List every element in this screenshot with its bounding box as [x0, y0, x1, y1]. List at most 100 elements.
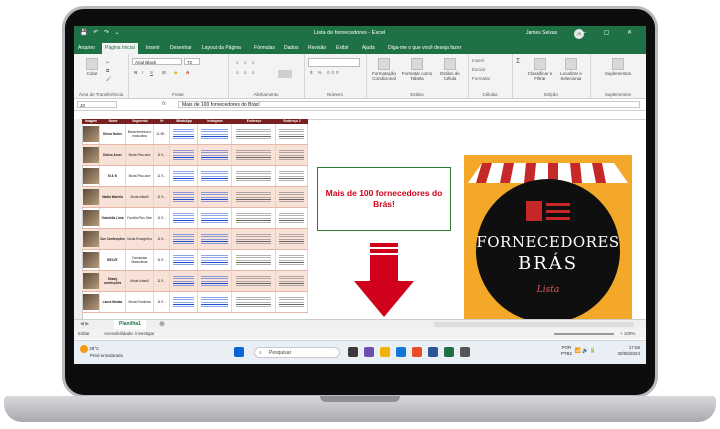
cell-ig[interactable] — [198, 229, 232, 249]
cell-name[interactable]: Dinna Nobre — [100, 124, 126, 144]
cell-ig[interactable] — [198, 145, 232, 165]
cell-wa[interactable] — [170, 271, 198, 291]
cell-name[interactable]: Dinizo Arver — [100, 145, 126, 165]
delete-cells-button[interactable]: Excluir — [472, 67, 486, 72]
tab-dados[interactable]: Dados — [284, 45, 298, 51]
table-row[interactable]: Laura Modas Moda Feminina 11 9... — [82, 292, 308, 313]
word-icon[interactable] — [428, 347, 438, 357]
cell-addr2[interactable] — [276, 229, 308, 249]
format-table-button[interactable]: Formatar como Tabela — [401, 58, 433, 81]
merge-center-icon[interactable] — [278, 70, 292, 78]
fornecedores-bras-logo[interactable]: FORNECEDORES BRÁS Lista — [464, 155, 632, 327]
cell-num[interactable]: 11 98... — [154, 124, 170, 144]
tab-revisao[interactable]: Revisão — [308, 45, 326, 51]
cell-wa[interactable] — [170, 250, 198, 270]
cell-image[interactable] — [82, 166, 100, 186]
system-tray-icons[interactable]: 📶 🔊 🔋 — [575, 348, 596, 354]
addins-button[interactable]: Suplementos — [600, 58, 636, 76]
cell-addr2[interactable] — [276, 250, 308, 270]
cell-image[interactable] — [82, 229, 100, 249]
cell-addr2[interactable] — [276, 292, 308, 312]
cell-addr[interactable] — [232, 250, 276, 270]
tab-exibir[interactable]: Exibir — [336, 45, 349, 51]
add-sheet-icon[interactable]: ⊕ — [159, 320, 165, 328]
tab-pagina-inicial[interactable]: Página Inicial — [102, 43, 138, 54]
worksheet-grid[interactable]: Imagem Nome Segmento Nº WhatsApp Instagr… — [74, 111, 646, 327]
cell-image[interactable] — [82, 250, 100, 270]
user-name[interactable]: James Seixas — [526, 30, 557, 36]
cell-image[interactable] — [82, 271, 100, 291]
excel-icon[interactable] — [444, 347, 454, 357]
accessibility-status[interactable]: Acessibilidade: investigar — [104, 329, 155, 339]
cell-ig[interactable] — [198, 166, 232, 186]
autosum-icon[interactable]: Σ — [516, 58, 520, 65]
format-cells-button[interactable]: Formatar — [472, 76, 490, 81]
cell-wa[interactable] — [170, 145, 198, 165]
find-select-button[interactable]: Localizar e Selecionar — [556, 58, 586, 81]
cell-num[interactable]: 11 9... — [154, 166, 170, 186]
cell-segment[interactable]: Moda Evangélica — [126, 229, 154, 249]
table-row[interactable]: Nadia Mariela Moda infantil 11 9... — [82, 187, 308, 208]
cell-wa[interactable] — [170, 208, 198, 228]
window-controls[interactable]: — ▢ ✕ — [580, 29, 640, 36]
cell-addr2[interactable] — [276, 271, 308, 291]
cell-addr2[interactable] — [276, 124, 308, 144]
borders-icon[interactable]: ⊞ — [162, 70, 166, 76]
cell-segment[interactable]: Moda feminina e masculina — [126, 124, 154, 144]
cell-addr[interactable] — [232, 124, 276, 144]
font-color-icon[interactable]: A — [186, 70, 189, 75]
cell-name[interactable]: BELVE — [100, 250, 126, 270]
fill-color-icon[interactable]: ◆ — [174, 70, 177, 76]
tab-inserir[interactable]: Inserir — [146, 45, 160, 51]
paste-button[interactable]: Colar — [82, 58, 102, 76]
tab-desenhar[interactable]: Desenhar — [170, 45, 192, 51]
cell-addr[interactable] — [232, 145, 276, 165]
cell-addr[interactable] — [232, 292, 276, 312]
zoom-level[interactable]: + 100% — [620, 329, 635, 339]
number-format-select[interactable] — [308, 58, 360, 67]
cell-addr[interactable] — [232, 208, 276, 228]
formula-input[interactable]: Mais de 100 fornecedores do Brás! — [178, 101, 640, 108]
cell-segment[interactable]: Família Plus Size — [126, 208, 154, 228]
cell-image[interactable] — [82, 292, 100, 312]
down-arrow-shape[interactable] — [354, 243, 414, 317]
sheet-nav-icons[interactable]: ◀ ▶ — [80, 321, 89, 327]
cell-addr2[interactable] — [276, 208, 308, 228]
table-row[interactable]: Zoe Confecções Moda Evangélica 11 9... — [82, 229, 308, 250]
zoom-slider[interactable] — [554, 333, 614, 335]
cell-name[interactable]: M & N — [100, 166, 126, 186]
chrome-icon[interactable] — [412, 347, 422, 357]
fx-icon[interactable]: fx — [162, 101, 166, 107]
taskbar-search[interactable]: ⌕ Pesquisar — [254, 347, 340, 358]
quick-access-toolbar[interactable]: 💾 ↶ ↷ ⌄ — [80, 29, 122, 36]
cell-num[interactable]: 11 9... — [154, 229, 170, 249]
table-row[interactable]: Shady confecções Moda Infantil 11 9... — [82, 271, 308, 292]
conditional-format-button[interactable]: Formatação Condicional — [368, 58, 400, 81]
cell-wa[interactable] — [170, 292, 198, 312]
weather-widget[interactable]: 28°C Pred ensolarado — [80, 345, 123, 359]
edge-icon[interactable] — [396, 347, 406, 357]
app-icon[interactable] — [460, 347, 470, 357]
copy-icon[interactable]: ⧉ — [106, 68, 109, 73]
cell-wa[interactable] — [170, 166, 198, 186]
cell-num[interactable]: 11 9... — [154, 187, 170, 207]
cell-name[interactable]: Gabriella Lima — [100, 208, 126, 228]
cell-num[interactable]: 11 9... — [154, 250, 170, 270]
tab-arquivo[interactable]: Arquivo — [78, 45, 95, 51]
underline-button[interactable]: S — [150, 70, 153, 75]
cell-addr[interactable] — [232, 271, 276, 291]
tab-layout[interactable]: Layout da Página — [202, 45, 241, 51]
number-format-icons[interactable]: $ % 000 — [310, 70, 341, 75]
cell-addr2[interactable] — [276, 166, 308, 186]
cell-wa[interactable] — [170, 229, 198, 249]
clock[interactable]: 17:58 30/06/2024 — [617, 345, 640, 357]
cell-ig[interactable] — [198, 292, 232, 312]
cell-ig[interactable] — [198, 250, 232, 270]
start-icon[interactable] — [234, 347, 244, 357]
table-row[interactable]: M & N Moda Plus-size 11 9... — [82, 166, 308, 187]
format-painter-icon[interactable]: 🖌 — [106, 76, 112, 82]
callout-box[interactable]: Mais de 100 fornecedores do Brás! — [317, 167, 451, 231]
sort-filter-button[interactable]: Classificar e Filtrar — [526, 58, 554, 81]
cell-image[interactable] — [82, 208, 100, 228]
table-row[interactable]: Dinna Nobre Moda feminina e masculina 11 9… — [82, 124, 308, 145]
